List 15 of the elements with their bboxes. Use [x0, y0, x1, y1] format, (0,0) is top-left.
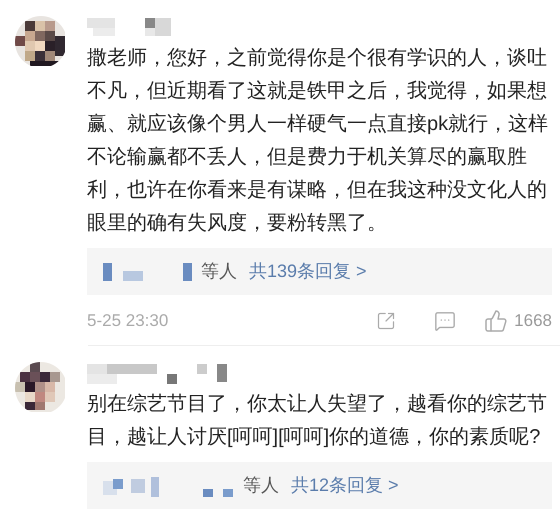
avatar[interactable] — [15, 362, 67, 414]
replies-suffix: 等人 — [243, 474, 279, 497]
replies-box[interactable]: 等人 共139条回复 > — [87, 248, 552, 295]
replies-link[interactable]: 共139条回复 > — [249, 258, 367, 285]
avatar[interactable] — [15, 16, 67, 68]
comment-text: 撒老师，您好，之前觉得你是个很有学识的人，谈吐不凡，但近期看了这就是铁甲之后，我觉得，如果想赢、就应该像个男人一样硬气一点直接pk就行，这样不论输赢都不丢人，但是费力于机关算尽的赢取胜利，也许在你看来是有谋略，但在我这种没文化人的眼里的确有失风度，要粉转黑了。 — [87, 46, 550, 236]
comment-icon[interactable] — [434, 310, 456, 332]
replies-link[interactable]: 共12条回复 > — [291, 472, 399, 499]
replies-box[interactable]: 等人 共12条回复 > — [87, 462, 552, 509]
like-count: 1668 — [514, 310, 552, 332]
comment-time: 5-25 23:30 — [87, 310, 170, 332]
comment-text: 别在综艺节目了，你太让人失望了，越看你的综艺节目，越让人讨厌[呵呵][呵呵]你的道德，你的素质呢? — [87, 392, 548, 450]
share-icon[interactable] — [376, 311, 396, 331]
replies-suffix: 等人 — [201, 260, 237, 283]
thumbs-up-icon[interactable] — [484, 309, 508, 333]
